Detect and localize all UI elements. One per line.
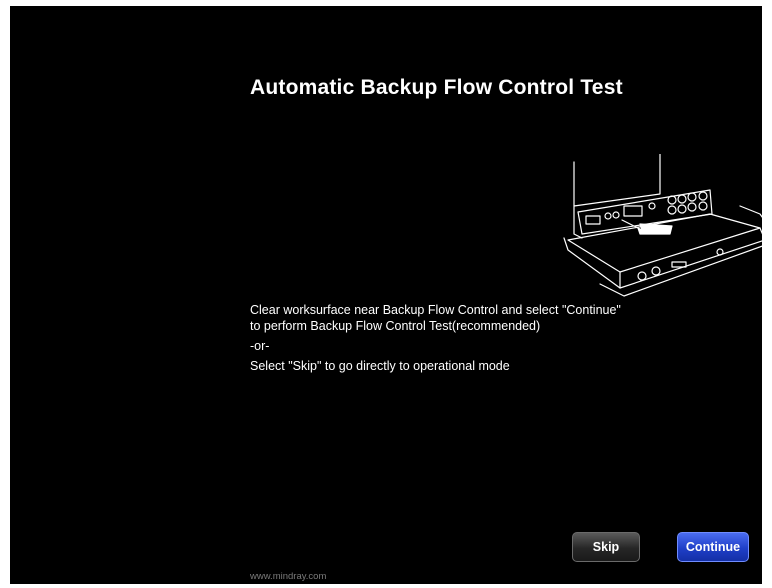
page-title: Automatic Backup Flow Control Test (250, 76, 623, 99)
instructions: Clear worksurface near Backup Flow Contr… (250, 302, 621, 374)
continue-button[interactable]: Continue (677, 532, 749, 562)
device-worksurface-illustration-icon (563, 154, 771, 297)
instruction-line-2: to perform Backup Flow Control Test(reco… (250, 319, 541, 333)
skip-button[interactable]: Skip (572, 532, 640, 562)
footer-url: www.mindray.com (250, 571, 327, 582)
instruction-line-1: Clear worksurface near Backup Flow Contr… (250, 303, 621, 317)
instruction-line-4: Select "Skip" to go directly to operatio… (250, 359, 510, 373)
test-screen: Automatic Backup Flow Control Test Clear… (10, 6, 771, 584)
instruction-or: -or- (250, 339, 270, 353)
